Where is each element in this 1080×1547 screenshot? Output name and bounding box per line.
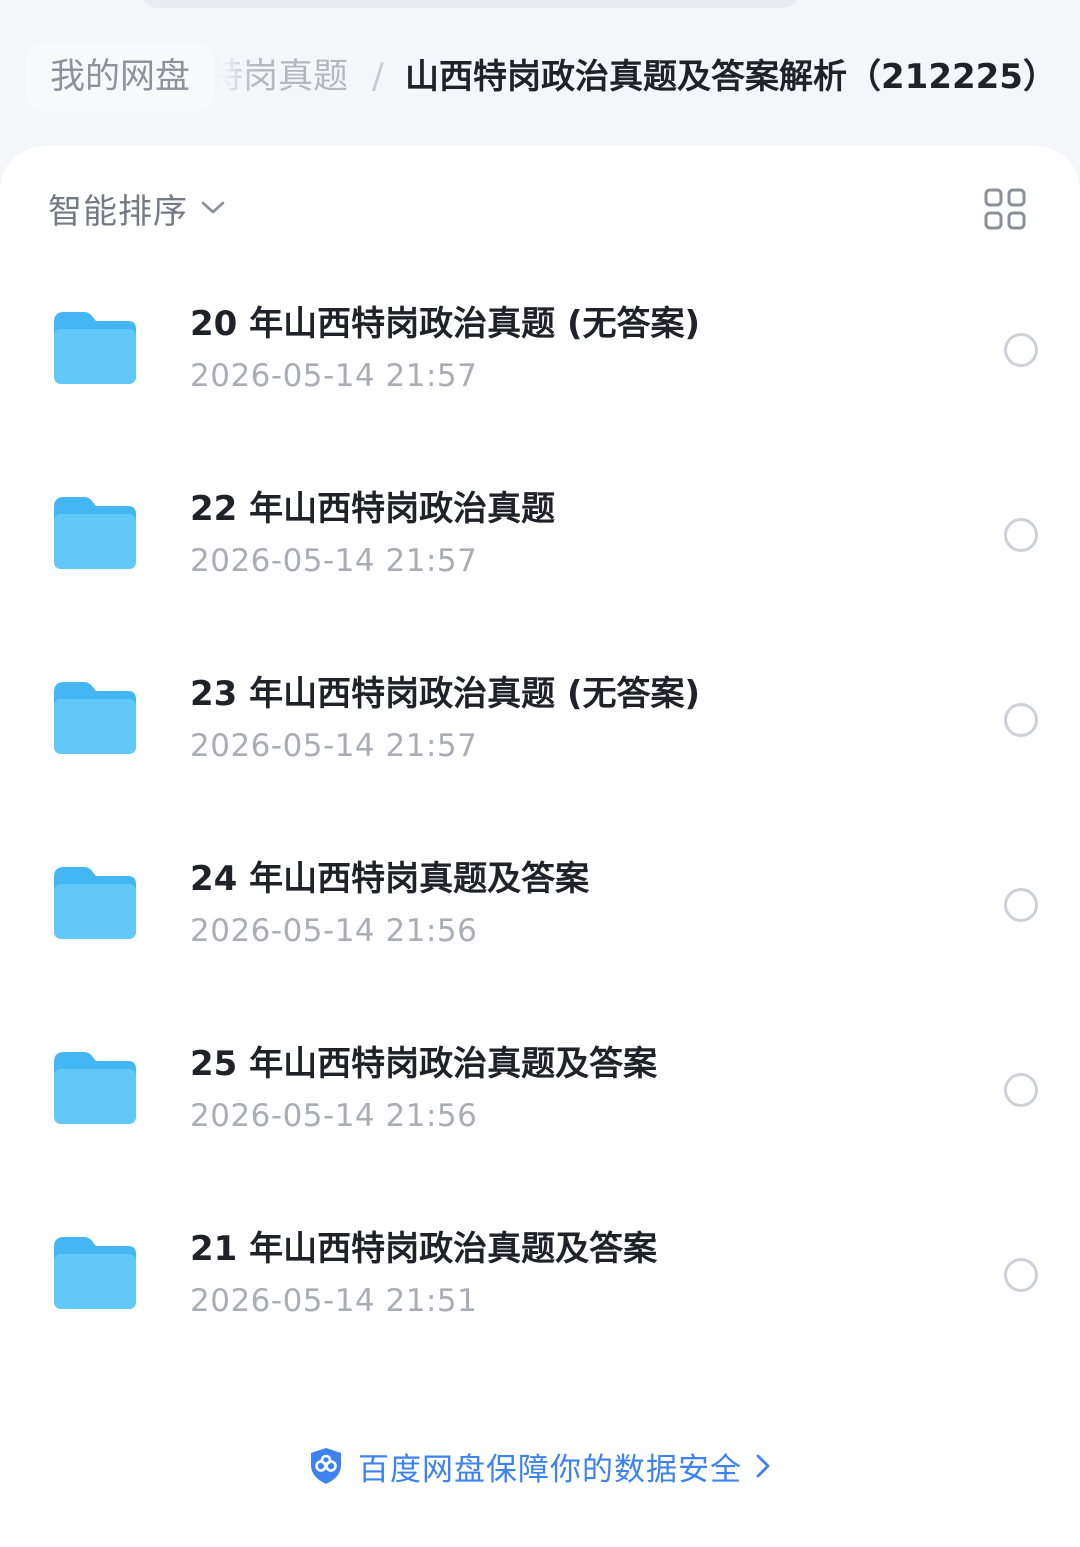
folder-icon: [54, 867, 136, 939]
file-date: 2026-05-14 21:56: [190, 1098, 478, 1134]
breadcrumb-separator: /: [372, 57, 384, 97]
file-name: 22 年山西特岗政治真题: [190, 489, 556, 529]
file-name: 23 年山西特岗政治真题 (无答案): [190, 674, 701, 714]
select-checkbox[interactable]: [1004, 703, 1038, 737]
file-date: 2026-05-14 21:57: [190, 543, 478, 579]
file-name: 20 年山西特岗政治真题 (无答案): [190, 304, 701, 344]
grid-view-icon[interactable]: [982, 186, 1028, 232]
select-checkbox[interactable]: [1004, 1073, 1038, 1107]
file-date: 2026-05-14 21:57: [190, 358, 478, 394]
breadcrumb-root[interactable]: 我的网盘: [26, 42, 215, 112]
select-checkbox[interactable]: [1004, 1258, 1038, 1292]
file-name: 24 年山西特岗真题及答案: [190, 859, 590, 899]
select-checkbox[interactable]: [1004, 518, 1038, 552]
file-name: 25 年山西特岗政治真题及答案: [190, 1044, 658, 1084]
sort-dropdown[interactable]: 智能排序: [48, 174, 226, 242]
file-row[interactable]: 24 年山西特岗真题及答案 2026-05-14 21:56: [0, 811, 1080, 996]
folder-icon: [54, 1237, 136, 1309]
security-link[interactable]: 百度网盘保障你的数据安全: [0, 1436, 1080, 1496]
file-row[interactable]: 22 年山西特岗政治真题 2026-05-14 21:57: [0, 441, 1080, 626]
file-row[interactable]: 23 年山西特岗政治真题 (无答案) 2026-05-14 21:57: [0, 626, 1080, 811]
breadcrumb-current: 山西特岗政治真题及答案解析（212225）: [405, 57, 1057, 97]
folder-icon: [54, 682, 136, 754]
breadcrumb-parent[interactable]: 特岗真题: [208, 42, 348, 112]
file-name: 21 年山西特岗政治真题及答案: [190, 1229, 658, 1269]
file-date: 2026-05-14 21:56: [190, 913, 478, 949]
chevron-right-icon: [756, 1454, 770, 1478]
file-date: 2026-05-14 21:57: [190, 728, 478, 764]
top-search-bar-edge: [140, 0, 800, 8]
chevron-down-icon: [201, 201, 225, 214]
select-checkbox[interactable]: [1004, 333, 1038, 367]
file-row[interactable]: 21 年山西特岗政治真题及答案 2026-05-14 21:51: [0, 1181, 1080, 1366]
folder-icon: [54, 497, 136, 569]
folder-icon: [54, 312, 136, 384]
select-checkbox[interactable]: [1004, 888, 1038, 922]
file-row[interactable]: 20 年山西特岗政治真题 (无答案) 2026-05-14 21:57: [0, 256, 1080, 441]
folder-icon: [54, 1052, 136, 1124]
file-panel: 智能排序 20 年山西特岗政治真题 (无答案) 2026-05-14 21:57: [0, 146, 1080, 1547]
file-date: 2026-05-14 21:51: [190, 1283, 478, 1319]
shield-icon: [311, 1448, 341, 1484]
list-toolbar: 智能排序: [0, 174, 1080, 242]
security-text: 百度网盘保障你的数据安全: [358, 1451, 742, 1488]
sort-label: 智能排序: [48, 191, 188, 232]
file-row[interactable]: 25 年山西特岗政治真题及答案 2026-05-14 21:56: [0, 996, 1080, 1181]
breadcrumb: 我的网盘 特岗真题 / 山西特岗政治真题及答案解析（212225）: [0, 38, 1080, 118]
